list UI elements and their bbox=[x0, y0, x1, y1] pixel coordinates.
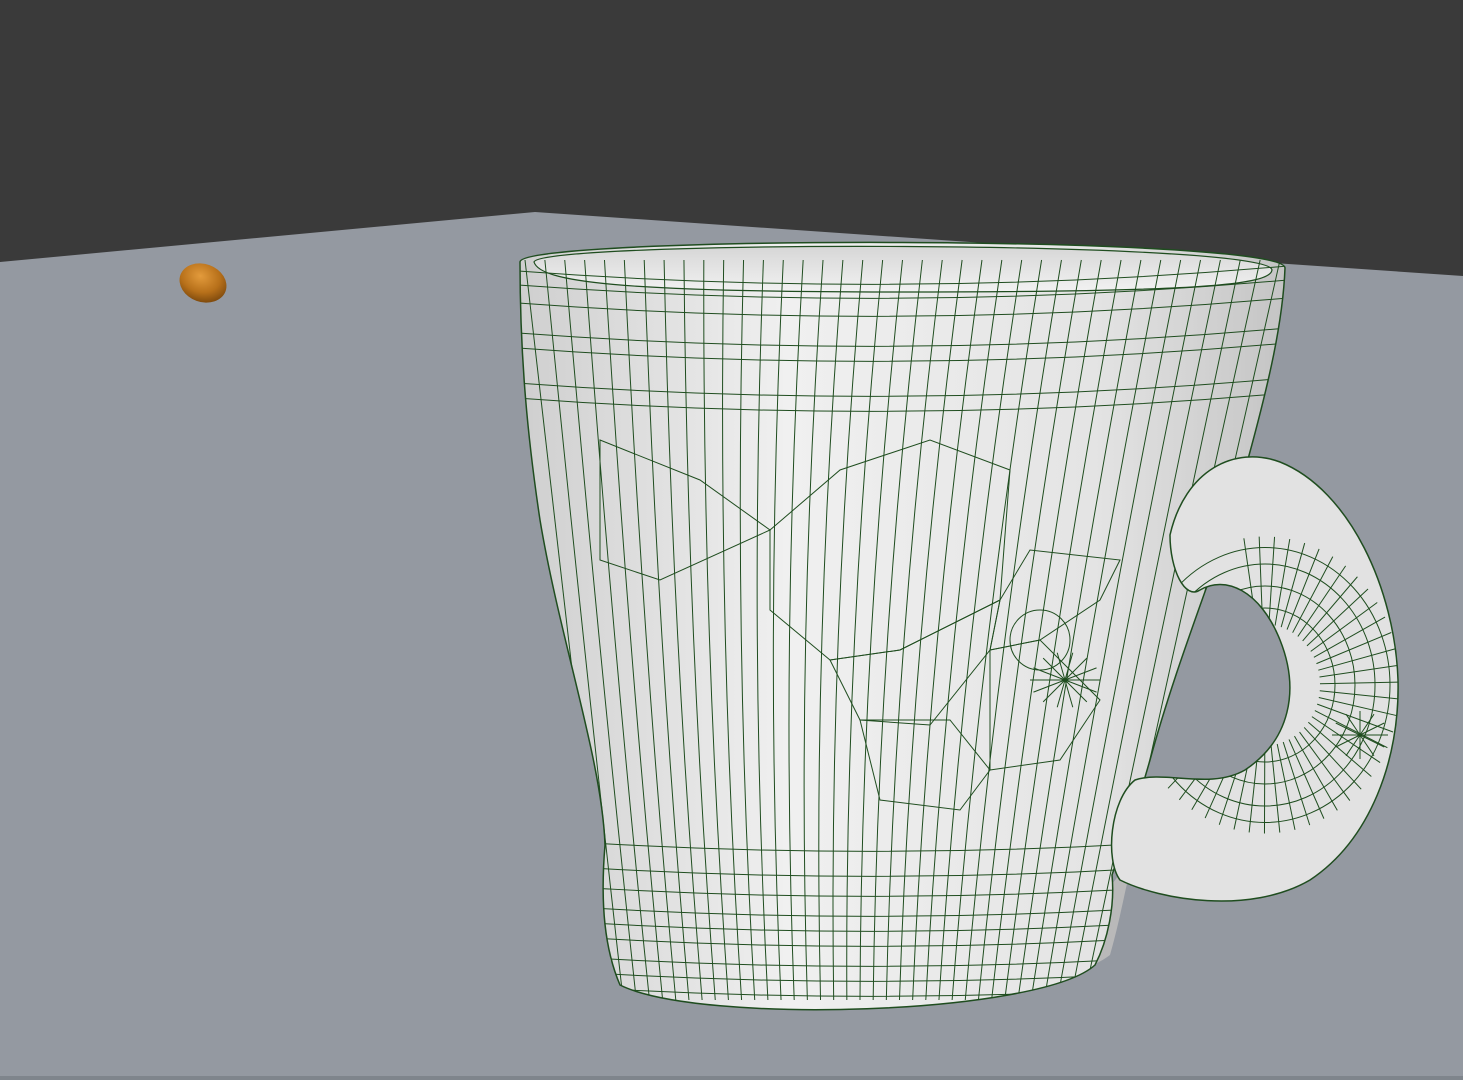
viewport-bottom-edge bbox=[0, 1076, 1463, 1080]
scene-canvas[interactable] bbox=[0, 0, 1463, 1080]
3d-viewport[interactable] bbox=[0, 0, 1463, 1080]
